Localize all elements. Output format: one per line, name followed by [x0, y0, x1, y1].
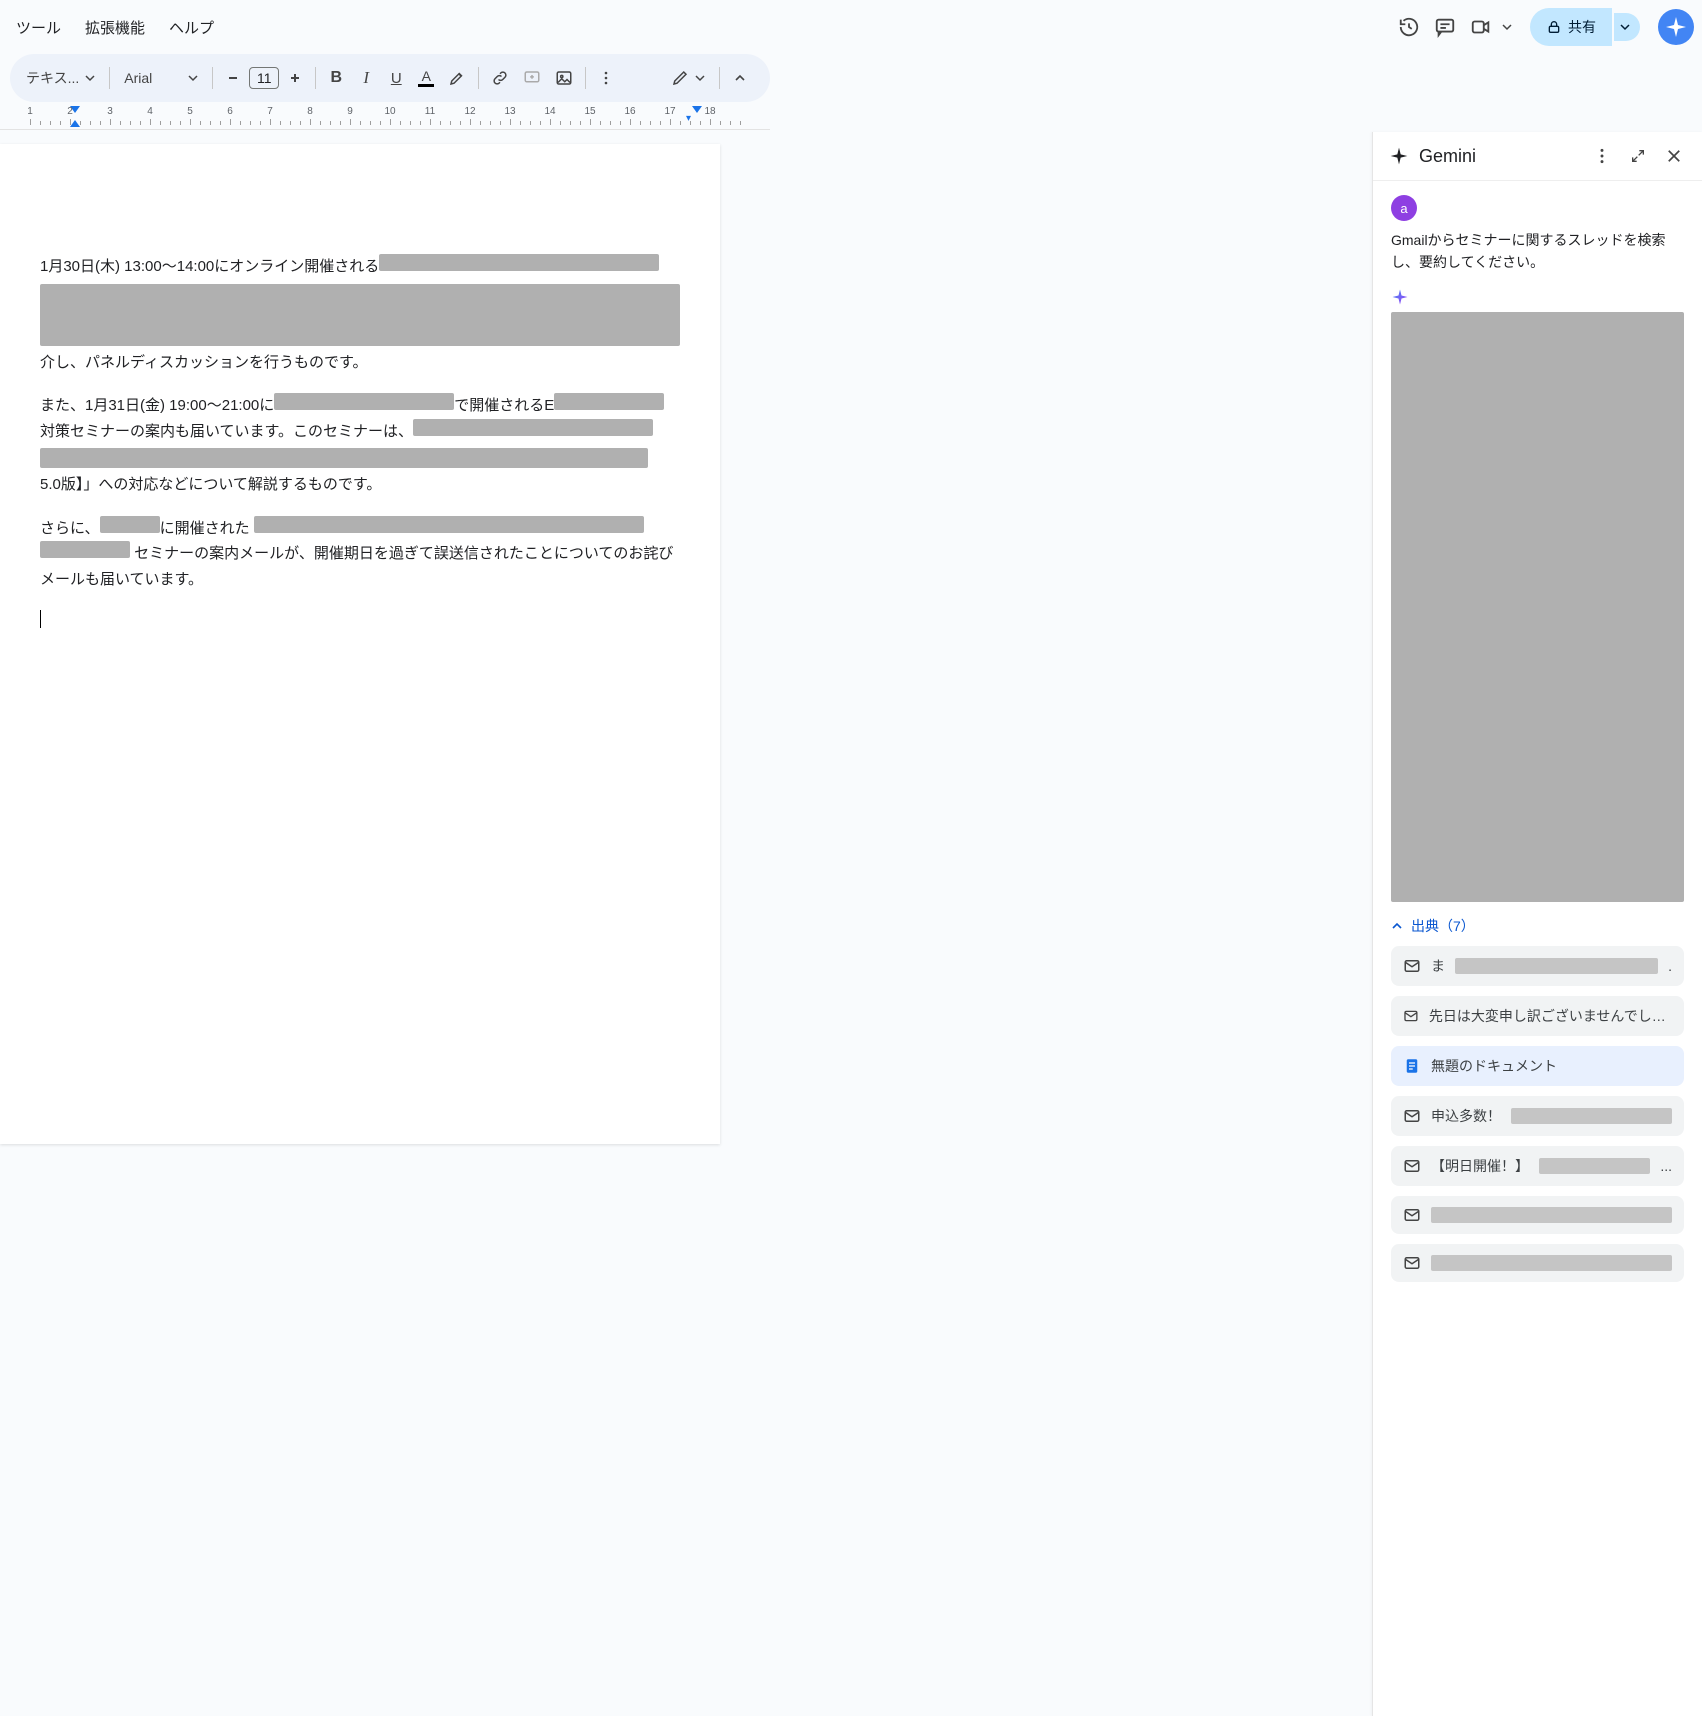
source-chip-email[interactable] — [1391, 1244, 1684, 1282]
share-button[interactable]: 共有 — [1530, 8, 1612, 46]
page: 1月30日(木) 13:00〜14:00にオンライン開催される 介し、パネルディ… — [0, 144, 720, 1144]
side-panel-expand-button[interactable] — [1626, 144, 1650, 168]
source-chip-email[interactable]: 先日は大変申し訳ございませんでした【セ... — [1391, 996, 1684, 1036]
font-size-input[interactable]: 11 — [249, 67, 279, 89]
mail-icon — [1403, 1007, 1419, 1025]
text-run: で開催されるE — [454, 397, 554, 414]
paragraph: 1月30日(木) 13:00〜14:00にオンライン開催される 介し、パネルディ… — [40, 254, 680, 375]
sources-toggle[interactable]: 出典（7） — [1391, 916, 1684, 936]
italic-button[interactable]: I — [352, 62, 380, 94]
gemini-response-redacted — [1391, 312, 1684, 902]
collapse-toolbar-button[interactable] — [726, 62, 754, 94]
right-indent-marker[interactable] — [692, 106, 702, 113]
style-dropdown-label: テキス... — [26, 68, 79, 88]
text-run: 対策セミナーの案内も届いています。このセミナーは、 — [40, 423, 413, 440]
document-icon — [1403, 1057, 1421, 1075]
more-tools-button[interactable] — [592, 62, 620, 94]
font-size-increase[interactable] — [281, 62, 309, 94]
side-panel-close-button[interactable] — [1662, 144, 1686, 168]
editing-mode-dropdown[interactable] — [663, 63, 713, 93]
gemini-spark-icon — [1391, 288, 1409, 306]
mail-icon — [1403, 1157, 1421, 1175]
highlight-button[interactable] — [442, 62, 472, 94]
source-chip-email[interactable]: ま. — [1391, 946, 1684, 986]
user-prompt-text: Gmailからセミナーに関するスレッドを検索し、要約してください。 — [1391, 229, 1684, 274]
chip-label: 申込多数！ — [1431, 1106, 1501, 1126]
menu-extensions[interactable]: 拡張機能 — [77, 11, 153, 44]
gemini-side-panel: Gemini a Gmailからセミナーに関するスレッドを検索し、要約してくださ… — [1372, 132, 1702, 1716]
text-run: 1月30日(木) 13:00〜14:00にオンライン開催される — [40, 258, 379, 275]
text-run: セミナーの案内メールが、開催期日を過ぎて誤送信されたことについてのお詫びメールも… — [40, 545, 673, 588]
text-run: 5.0版】」への対応などについて解説するものです。 — [40, 476, 381, 493]
lock-icon — [1546, 19, 1562, 35]
mail-icon — [1403, 1206, 1421, 1224]
chip-label: 【明日開催！】 — [1431, 1156, 1529, 1176]
menu-help[interactable]: ヘルプ — [161, 11, 222, 44]
font-dropdown[interactable]: Arial — [116, 64, 206, 92]
menubar: ツール 拡張機能 ヘルプ 共有 — [0, 0, 1702, 54]
insert-image-button[interactable] — [549, 62, 579, 94]
menu-tool[interactable]: ツール — [8, 11, 69, 44]
text-run: さらに、 — [40, 520, 100, 537]
text-color-button[interactable]: A — [412, 62, 440, 94]
bold-button[interactable]: B — [322, 62, 350, 94]
comment-icon[interactable] — [1432, 14, 1458, 40]
user-avatar: a — [1391, 195, 1417, 221]
formatting-toolbar: テキス... Arial 11 B I U A — [10, 54, 770, 102]
side-panel-title: Gemini — [1419, 146, 1476, 167]
source-chip-email[interactable]: 【明日開催！】... — [1391, 1146, 1684, 1186]
share-dropdown[interactable] — [1614, 13, 1640, 41]
gemini-launcher-icon[interactable] — [1658, 9, 1694, 45]
app-menus: ツール 拡張機能 ヘルプ — [8, 11, 222, 44]
paragraph: また、1月31日(金) 19:00〜21:00に で開催されるE 対策セミナーの案… — [40, 393, 680, 498]
mail-icon — [1403, 957, 1421, 975]
text-run: に開催された — [160, 520, 250, 537]
gemini-spark-icon — [1389, 146, 1409, 166]
mail-icon — [1403, 1254, 1421, 1272]
paragraph: さらに、 に開催された セミナーの案内メールが、開催期日を過ぎて誤送信されたことに… — [40, 516, 680, 593]
video-call-dropdown[interactable] — [1494, 14, 1520, 40]
font-dropdown-label: Arial — [124, 70, 152, 86]
side-panel-header: Gemini — [1373, 132, 1702, 181]
style-dropdown[interactable]: テキス... — [18, 62, 103, 94]
source-chip-email[interactable] — [1391, 1196, 1684, 1234]
sources-label: 出典（7） — [1411, 916, 1475, 936]
chip-label: ま — [1431, 956, 1445, 976]
horizontal-ruler[interactable]: ▾ 123456789101112131415161718 — [0, 106, 770, 130]
side-panel-body[interactable]: a Gmailからセミナーに関するスレッドを検索し、要約してください。 出典（7… — [1373, 181, 1702, 1716]
video-call-icon[interactable] — [1468, 14, 1494, 40]
mail-icon — [1403, 1107, 1421, 1125]
source-chip-doc[interactable]: 無題のドキュメント — [1391, 1046, 1684, 1086]
font-size-decrease[interactable] — [219, 62, 247, 94]
share-label: 共有 — [1568, 17, 1596, 37]
add-comment-button[interactable] — [517, 62, 547, 94]
chip-label: 無題のドキュメント — [1431, 1056, 1557, 1076]
text-run: 介し、パネルディスカッションを行うものです。 — [40, 354, 367, 371]
underline-button[interactable]: U — [382, 62, 410, 94]
insert-link-button[interactable] — [485, 62, 515, 94]
history-icon[interactable] — [1396, 14, 1422, 40]
document-canvas[interactable]: 1月30日(木) 13:00〜14:00にオンライン開催される 介し、パネルディ… — [0, 132, 1372, 1716]
text-run: また、1月31日(金) 19:00〜21:00に — [40, 397, 274, 414]
text-cursor — [40, 610, 41, 628]
side-panel-more-button[interactable] — [1590, 144, 1614, 168]
hanging-indent-marker[interactable] — [70, 120, 80, 127]
source-chip-email[interactable]: 申込多数！ — [1391, 1096, 1684, 1136]
top-right-controls: 共有 — [1396, 8, 1694, 46]
chip-label: 先日は大変申し訳ございませんでした【セ... — [1429, 1006, 1672, 1026]
